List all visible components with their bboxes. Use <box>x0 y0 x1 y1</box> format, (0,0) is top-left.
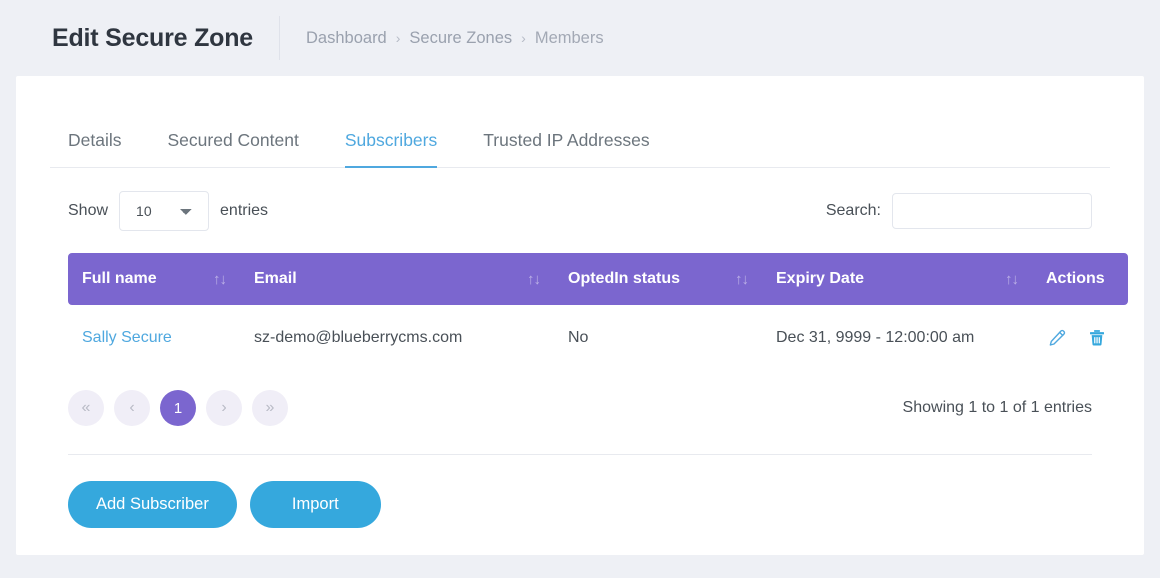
cell-email: sz-demo@blueberrycms.com <box>254 329 463 346</box>
page-title: Edit Secure Zone <box>52 23 254 52</box>
tab-bar: Details Secured Content Subscribers Trus… <box>50 76 1110 168</box>
cell-actions <box>1032 305 1128 372</box>
delete-icon[interactable] <box>1086 327 1108 349</box>
add-subscriber-button[interactable]: Add Subscriber <box>68 481 237 528</box>
showing-entries-info: Showing 1 to 1 of 1 entries <box>902 399 1092 416</box>
column-header-email[interactable]: Email ↑↓ <box>240 253 554 305</box>
show-label: Show <box>68 202 109 219</box>
breadcrumb-item-secure-zones[interactable]: Secure Zones <box>409 29 512 48</box>
table-body: Sally Secure sz-demo@blueberrycms.com No… <box>68 305 1128 372</box>
content-card: Details Secured Content Subscribers Trus… <box>16 76 1144 555</box>
sort-icon[interactable]: ↑↓ <box>1005 272 1019 287</box>
breadcrumb: Dashboard › Secure Zones › Members <box>306 29 604 48</box>
pagination-last-button[interactable]: » <box>252 390 288 426</box>
column-header-label: Email <box>254 270 297 287</box>
breadcrumb-item-dashboard[interactable]: Dashboard <box>306 29 387 48</box>
column-header-label: Full name <box>82 270 157 287</box>
pagination: « ‹ 1 › » <box>68 390 288 426</box>
pagination-row: « ‹ 1 › » Showing 1 to 1 of 1 entries <box>50 372 1110 426</box>
page-header: Edit Secure Zone Dashboard › Secure Zone… <box>0 0 1160 76</box>
cell-expiry-date: Dec 31, 9999 - 12:00:00 am <box>776 329 975 346</box>
search-control: Search: <box>826 193 1092 229</box>
search-input[interactable] <box>892 193 1092 229</box>
pagination-next-button[interactable]: › <box>206 390 242 426</box>
pagination-previous-button[interactable]: ‹ <box>114 390 150 426</box>
subscribers-table-wrapper: Full name ↑↓ Email ↑↓ OptedIn status ↑↓ … <box>50 253 1128 372</box>
search-label: Search: <box>825 202 881 219</box>
subscriber-name-link[interactable]: Sally Secure <box>82 329 172 346</box>
sort-icon[interactable]: ↑↓ <box>527 272 541 287</box>
entries-label: entries <box>220 202 269 219</box>
footer-actions: Add Subscriber Import <box>50 455 1110 528</box>
header-divider <box>279 16 281 60</box>
cell-full-name: Sally Secure <box>68 305 240 372</box>
sort-icon[interactable]: ↑↓ <box>213 272 227 287</box>
table-header-row: Full name ↑↓ Email ↑↓ OptedIn status ↑↓ … <box>68 253 1128 305</box>
column-header-expiry-date[interactable]: Expiry Date ↑↓ <box>762 253 1032 305</box>
entries-per-page-select[interactable]: 102550100 <box>119 191 210 231</box>
tab-details[interactable]: Details <box>68 130 122 168</box>
show-entries-control: Show 102550100 entries <box>68 191 268 231</box>
table-head: Full name ↑↓ Email ↑↓ OptedIn status ↑↓ … <box>68 253 1128 305</box>
cell-optedin-status: No <box>568 329 589 346</box>
subscribers-table: Full name ↑↓ Email ↑↓ OptedIn status ↑↓ … <box>68 253 1128 372</box>
table-row: Sally Secure sz-demo@blueberrycms.com No… <box>68 305 1128 372</box>
pagination-page-1-button[interactable]: 1 <box>160 390 196 426</box>
column-header-optedin-status[interactable]: OptedIn status ↑↓ <box>554 253 762 305</box>
table-controls: Show 102550100 entries Search: <box>50 168 1110 231</box>
breadcrumb-separator-icon: › <box>395 30 401 46</box>
import-button[interactable]: Import <box>249 481 381 528</box>
breadcrumb-item-members: Members <box>534 28 604 47</box>
column-header-label: Actions <box>1046 270 1105 287</box>
column-header-label: OptedIn status <box>568 270 681 287</box>
tab-subscribers[interactable]: Subscribers <box>344 130 438 168</box>
edit-icon[interactable] <box>1046 327 1068 349</box>
tab-secured-content[interactable]: Secured Content <box>168 130 299 168</box>
sort-icon[interactable]: ↑↓ <box>735 272 749 287</box>
breadcrumb-separator-icon: › <box>521 30 526 46</box>
column-header-full-name[interactable]: Full name ↑↓ <box>68 253 240 305</box>
column-header-label: Expiry Date <box>776 270 865 287</box>
column-header-actions: Actions <box>1032 253 1128 305</box>
tab-trusted-ip-addresses[interactable]: Trusted IP Addresses <box>483 130 649 168</box>
pagination-first-button[interactable]: « <box>68 390 104 426</box>
